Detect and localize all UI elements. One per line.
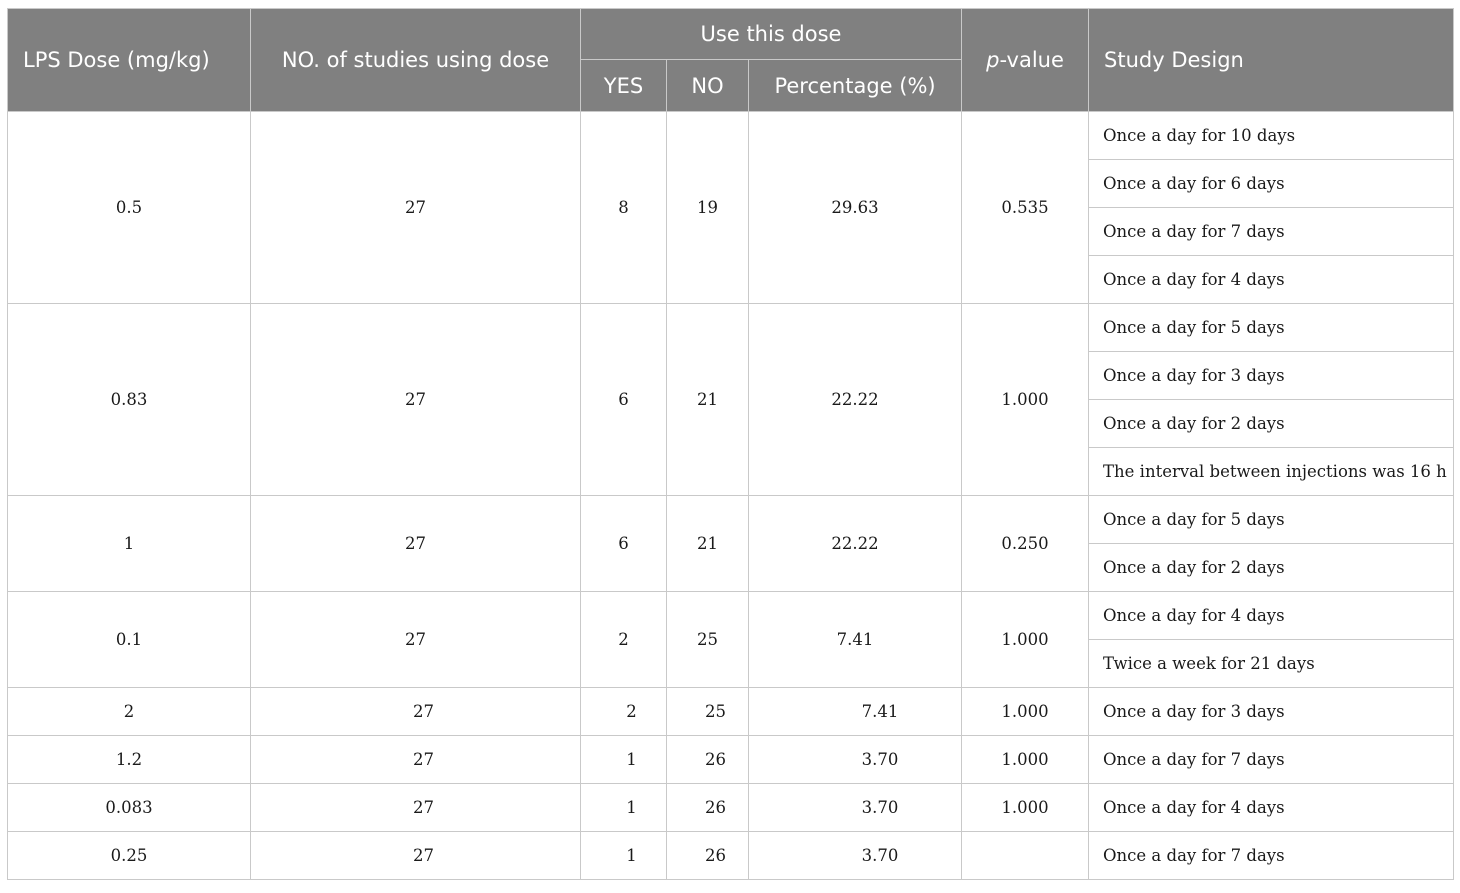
table-body: 0.5 27 8 19 29.63 0.535 Once a day for 10 days… [7, 111, 1455, 880]
cell-dose: 0.25 [7, 831, 251, 880]
cell-studies: 27 [250, 687, 581, 736]
header-yes: YES [580, 59, 667, 112]
cell-percentage: 29.63 [747, 111, 963, 304]
cell-dose: 1.2 [7, 735, 251, 784]
table-row: 2 27 2 25 7.41 1.000 Once a day for 3 days [7, 687, 1455, 736]
cell-study-design: Once a day for 10 days [1088, 111, 1455, 160]
cell-no: 21 [666, 495, 749, 592]
cell-no: 25 [666, 591, 749, 688]
header-lps-dose: LPS Dose (mg/kg) [7, 8, 251, 112]
header-percentage: Percentage (%) [747, 59, 963, 112]
cell-study-design: Once a day for 6 days [1088, 159, 1455, 208]
cell-study-design: The interval between injections was 16 h [1088, 447, 1455, 496]
cell-study-design: Twice a week for 21 days [1088, 639, 1455, 688]
cell-study-design: Once a day for 7 days [1088, 735, 1455, 784]
cell-p-value: 1.000 [961, 735, 1090, 784]
cell-studies: 27 [250, 495, 581, 592]
cell-yes: 2 [580, 591, 667, 688]
cell-no: 19 [666, 111, 749, 304]
cell-study-design: Once a day for 2 days [1088, 399, 1455, 448]
cell-percentage: 7.41 [747, 687, 963, 736]
cell-no: 25 [666, 687, 749, 736]
cell-no: 26 [666, 783, 749, 832]
cell-p-value: 1.000 [961, 783, 1090, 832]
lps-dose-table: LPS Dose (mg/kg) NO. of studies using do… [7, 8, 1455, 880]
cell-yes: 2 [580, 687, 667, 736]
cell-studies: 27 [250, 591, 581, 688]
cell-p-value: 1.000 [961, 591, 1090, 688]
cell-percentage: 7.41 [747, 591, 963, 688]
cell-yes: 6 [580, 303, 667, 496]
cell-p-value: 0.535 [961, 111, 1090, 304]
cell-study-design: Once a day for 3 days [1088, 687, 1455, 736]
cell-study-design: Once a day for 7 days [1088, 831, 1455, 880]
table-row: 0.1 27 2 25 7.41 1.000 Once a day for 4 days [7, 591, 1455, 688]
cell-dose: 1 [7, 495, 251, 592]
table-row: 0.25 27 1 26 3.70 Once a day for 7 days [7, 831, 1455, 880]
header-studies: NO. of studies using dose [250, 8, 581, 112]
cell-yes: 6 [580, 495, 667, 592]
cell-studies: 27 [250, 735, 581, 784]
cell-percentage: 3.70 [747, 783, 963, 832]
cell-percentage: 22.22 [747, 495, 963, 592]
table-row: 0.083 27 1 26 3.70 1.000 Once a day for 4 days [7, 783, 1455, 832]
cell-studies: 27 [250, 831, 581, 880]
cell-yes: 1 [580, 783, 667, 832]
cell-studies: 27 [250, 111, 581, 304]
cell-yes: 1 [580, 831, 667, 880]
cell-dose: 0.83 [7, 303, 251, 496]
cell-no: 26 [666, 831, 749, 880]
cell-p-value: 1.000 [961, 303, 1090, 496]
cell-study-design: Once a day for 4 days [1088, 255, 1455, 304]
cell-dose: 0.083 [7, 783, 251, 832]
cell-yes: 8 [580, 111, 667, 304]
table-header: LPS Dose (mg/kg) NO. of studies using do… [7, 8, 1455, 112]
cell-study-design: Once a day for 5 days [1088, 303, 1455, 352]
p-italic: p [986, 48, 1000, 72]
cell-percentage: 3.70 [747, 831, 963, 880]
cell-no: 26 [666, 735, 749, 784]
cell-no: 21 [666, 303, 749, 496]
cell-study-design: Once a day for 4 days [1088, 591, 1455, 640]
header-p-value: p-value [961, 8, 1090, 112]
cell-study-design: Once a day for 2 days [1088, 543, 1455, 592]
table-row: 1.2 27 1 26 3.70 1.000 Once a day for 7 days [7, 735, 1455, 784]
p-rest: -value [999, 48, 1064, 72]
cell-p-value: 1.000 [961, 687, 1090, 736]
table-container: LPS Dose (mg/kg) NO. of studies using do… [7, 8, 1455, 880]
cell-yes: 1 [580, 735, 667, 784]
cell-percentage: 22.22 [747, 303, 963, 496]
table-row: 1 27 6 21 22.22 0.250 Once a day for 5 days [7, 495, 1455, 592]
table-row: 0.83 27 6 21 22.22 1.000 Once a day for 5 days [7, 303, 1455, 496]
cell-dose: 0.5 [7, 111, 251, 304]
cell-study-design: Once a day for 4 days [1088, 783, 1455, 832]
cell-dose: 0.1 [7, 591, 251, 688]
cell-study-design: Once a day for 5 days [1088, 495, 1455, 544]
cell-p-value [961, 831, 1090, 880]
cell-studies: 27 [250, 783, 581, 832]
header-no: NO [666, 59, 749, 112]
cell-study-design: Once a day for 7 days [1088, 207, 1455, 256]
cell-p-value: 0.250 [961, 495, 1090, 592]
cell-dose: 2 [7, 687, 251, 736]
cell-studies: 27 [250, 303, 581, 496]
cell-percentage: 3.70 [747, 735, 963, 784]
cell-study-design: Once a day for 3 days [1088, 351, 1455, 400]
header-use-this-dose: Use this dose [579, 8, 963, 60]
header-study-design: Study Design [1088, 8, 1455, 112]
table-row: 0.5 27 8 19 29.63 0.535 Once a day for 10 days [7, 111, 1455, 304]
